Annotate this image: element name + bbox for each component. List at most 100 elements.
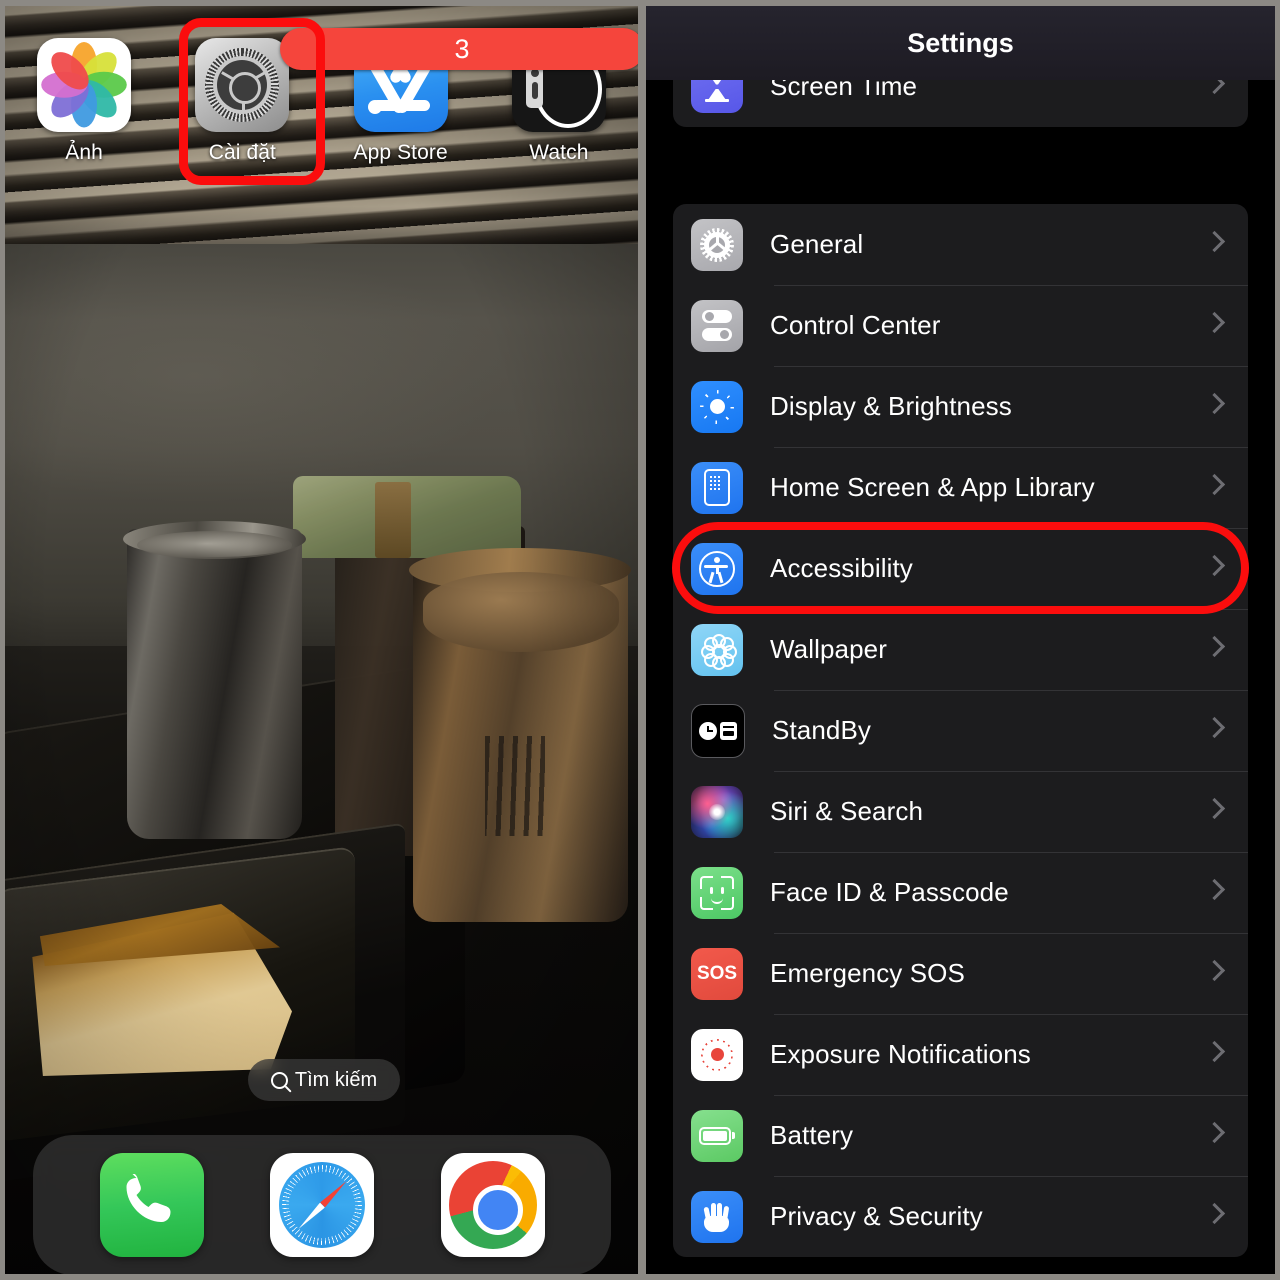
faceid-glyph	[700, 875, 734, 910]
row-separator	[774, 1095, 1248, 1096]
settings-row-standby[interactable]: StandBy	[673, 690, 1248, 771]
flower-petal	[704, 636, 718, 651]
siri-orb-icon	[691, 785, 743, 838]
home-dock	[33, 1135, 611, 1274]
settings-label-emergency-sos: Emergency SOS	[770, 958, 965, 988]
settings-row-battery[interactable]: Battery	[673, 1095, 1248, 1176]
search-icon	[270, 1071, 288, 1089]
search-label: Tìm kiếm	[294, 1068, 378, 1091]
settings-label-face-id: Face ID & Passcode	[770, 877, 1009, 907]
settings-row-exposure-notifications[interactable]: Exposure Notifications	[673, 1014, 1248, 1095]
phone-handset-glyph	[121, 1174, 183, 1236]
standby-widget	[720, 721, 737, 740]
sos-icon: SOS	[691, 947, 743, 1000]
settings-label-standby: StandBy	[772, 715, 871, 745]
settings-notification-badge: 3	[280, 28, 638, 70]
exposure-ring-dots	[701, 1038, 733, 1071]
chevron-right-icon	[1203, 959, 1226, 981]
phone-outline	[704, 469, 730, 506]
settings-label-control-center: Control Center	[770, 310, 941, 340]
ios-settings-screen: Settings Screen Time General Control Cen…	[646, 6, 1275, 1274]
settings-row-display-brightness[interactable]: Display & Brightness	[673, 366, 1248, 447]
page-title: Settings	[907, 27, 1014, 58]
brightness-sun-icon	[691, 380, 743, 433]
app-label-photos: Ảnh	[65, 141, 103, 164]
gear-icon	[691, 218, 743, 271]
watch-button	[531, 82, 538, 99]
siri-highlight	[709, 803, 725, 820]
settings-label-display-brightness: Display & Brightness	[770, 391, 1012, 421]
chrome-wheel	[448, 1161, 537, 1249]
settings-row-control-center[interactable]: Control Center	[673, 285, 1248, 366]
row-separator	[774, 366, 1248, 367]
chevron-right-icon	[1203, 635, 1226, 657]
settings-label-siri-search: Siri & Search	[770, 796, 924, 826]
settings-navigation-bar: Settings	[646, 6, 1275, 80]
settings-row-general[interactable]: General	[673, 204, 1248, 285]
settings-label-wallpaper: Wallpaper	[770, 634, 887, 664]
wallpaper-flower-icon	[691, 623, 743, 676]
settings-row-wallpaper[interactable]: Wallpaper	[673, 609, 1248, 690]
widget-block	[723, 730, 734, 736]
settings-row-face-id[interactable]: Face ID & Passcode	[673, 852, 1248, 933]
hand-palm	[704, 1215, 729, 1232]
hourglass-bottom-bar	[705, 98, 729, 102]
highlight-box-accessibility	[672, 522, 1249, 614]
settings-row-home-screen[interactable]: Home Screen & App Library	[673, 447, 1248, 528]
row-separator	[774, 1176, 1248, 1177]
face-id-icon	[691, 866, 743, 919]
row-separator	[774, 1014, 1248, 1015]
sun-rays	[700, 389, 734, 424]
photos-icon[interactable]	[37, 38, 132, 132]
toggle-lower	[702, 328, 732, 341]
faceid-eye	[710, 886, 713, 894]
chevron-right-icon	[1203, 392, 1226, 414]
watch-crown	[530, 69, 539, 77]
app-photos[interactable]: Ảnh	[5, 6, 163, 191]
appstore-dot	[367, 100, 382, 114]
clock-hand	[707, 729, 713, 732]
chevron-right-icon	[1203, 716, 1226, 738]
highlight-box-settings-app	[179, 18, 325, 185]
settings-row-emergency-sos[interactable]: SOS Emergency SOS	[673, 933, 1248, 1014]
row-separator	[774, 933, 1248, 934]
widget-line	[723, 725, 734, 728]
row-separator	[774, 852, 1248, 853]
row-separator	[774, 771, 1248, 772]
battery-body	[699, 1126, 731, 1145]
settings-label-general: General	[770, 229, 864, 259]
chrome-icon[interactable]	[440, 1153, 545, 1257]
app-label-watch: Watch	[529, 141, 589, 164]
row-separator	[774, 447, 1248, 448]
iphone-home-screen: Ảnh Cài đặt App Store Watch 3 Tìm kiếm	[5, 6, 638, 1274]
chevron-right-icon	[1203, 1202, 1226, 1224]
chevron-right-icon	[1203, 878, 1226, 900]
home-search-button[interactable]: Tìm kiếm	[248, 1059, 400, 1101]
settings-label-home-screen: Home Screen & App Library	[770, 472, 1095, 502]
chevron-right-icon	[1203, 797, 1226, 819]
battery-icon	[691, 1109, 743, 1162]
sos-text: SOS	[696, 962, 738, 984]
home-screen-grid-icon	[691, 461, 743, 514]
sliders-icon	[691, 299, 743, 352]
row-separator	[774, 285, 1248, 286]
settings-group-2: General Control Center Display & Brightn…	[646, 204, 1275, 1257]
gear-teeth-glyph	[700, 227, 734, 262]
privacy-hand-icon	[691, 1190, 743, 1243]
settings-group-box: General Control Center Display & Brightn…	[673, 204, 1248, 1257]
toggle-knob	[720, 330, 729, 339]
phone-icon[interactable]	[99, 1153, 204, 1257]
app-dot-grid	[709, 475, 721, 491]
row-separator	[774, 690, 1248, 691]
chevron-right-icon	[1203, 230, 1226, 252]
settings-label-battery: Battery	[770, 1120, 854, 1150]
settings-label-privacy-security: Privacy & Security	[770, 1201, 983, 1231]
settings-row-siri-search[interactable]: Siri & Search	[673, 771, 1248, 852]
safari-compass-icon[interactable]	[270, 1153, 374, 1257]
settings-row-privacy-security[interactable]: Privacy & Security	[673, 1176, 1248, 1257]
battery-fill	[703, 1130, 727, 1141]
standby-clock-widget-icon	[691, 703, 745, 758]
standby-clock	[699, 721, 717, 740]
settings-label-exposure-notifications: Exposure Notifications	[770, 1039, 1031, 1069]
hand-glyph	[702, 1201, 732, 1233]
